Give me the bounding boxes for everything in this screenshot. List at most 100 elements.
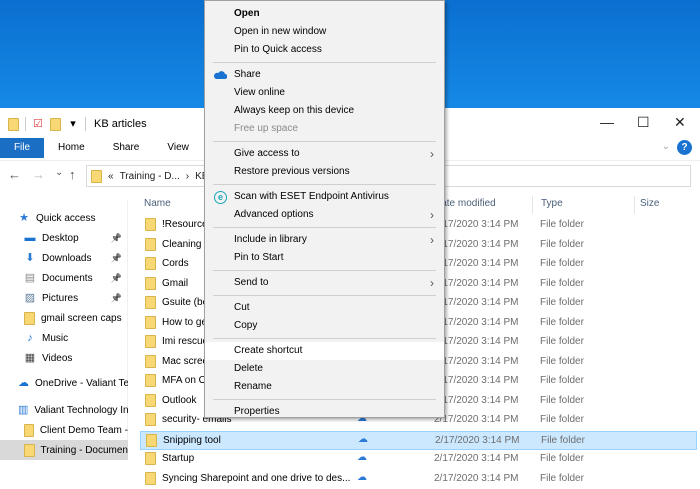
tab-home[interactable]: Home	[44, 138, 99, 158]
menu-open[interactable]: Open	[205, 5, 444, 23]
file-name: How to get	[162, 316, 210, 328]
folder-icon	[24, 423, 34, 437]
menu-cut[interactable]: Cut	[205, 299, 444, 317]
menu-always-keep[interactable]: Always keep on this device	[205, 102, 444, 120]
menu-pin-quick-access[interactable]: Pin to Quick access	[205, 41, 444, 59]
menu-give-access[interactable]: Give access to ›	[205, 145, 444, 163]
file-name: Syncing Sharepoint and one drive to des.…	[162, 472, 351, 484]
sidebar-item[interactable]: ⬇ Downloads 📌	[0, 248, 128, 268]
menu-send-to[interactable]: Send to ›	[205, 274, 444, 292]
menu-separator	[213, 270, 436, 271]
sidebar-item[interactable]: Client Demo Team -	[0, 420, 128, 440]
cloud-status-icon: ☁	[357, 452, 367, 463]
column-divider[interactable]	[634, 196, 635, 214]
chevron-right-icon: ›	[430, 208, 434, 222]
menu-separator	[213, 184, 436, 185]
sidebar-item-label: Downloads	[42, 252, 92, 264]
folder-icon	[145, 296, 156, 309]
sidebar-item-label: Pictures	[42, 292, 79, 304]
file-type: File folder	[540, 297, 584, 308]
column-size[interactable]: Size	[640, 198, 659, 209]
folder-icon	[145, 374, 156, 387]
file-type: File folder	[540, 453, 584, 464]
menu-restore-versions[interactable]: Restore previous versions	[205, 163, 444, 181]
menu-open-new-window[interactable]: Open in new window	[205, 23, 444, 41]
folder-icon	[145, 218, 156, 231]
sidebar-item[interactable]: ▬ Desktop 📌	[0, 228, 128, 248]
sidebar-item[interactable]: Training - Documen	[0, 440, 128, 460]
sidebar-item[interactable]: ▦ Videos	[0, 348, 128, 368]
expand-ribbon-icon[interactable]: ⌄	[662, 141, 670, 152]
help-icon[interactable]: ?	[677, 140, 692, 155]
file-type: File folder	[540, 277, 584, 289]
new-folder-icon[interactable]	[50, 117, 61, 131]
file-type: File folder	[540, 414, 584, 425]
sidebar-item[interactable]: ▥ Valiant Technology In	[0, 400, 128, 420]
file-type: File folder	[540, 355, 584, 367]
sidebar-item[interactable]: ♪ Music	[0, 328, 128, 348]
tab-share[interactable]: Share	[99, 138, 154, 158]
chevron-right-icon: ›	[430, 233, 434, 247]
file-date: 2/17/2020 3:14 PM	[434, 277, 519, 289]
sidebar-item-label: Documents	[42, 272, 93, 284]
menu-eset-scan[interactable]: e Scan with ESET Endpoint Antivirus	[205, 188, 444, 206]
desktop-icon: ▬	[24, 232, 36, 244]
pin-icon[interactable]: 📌	[111, 273, 122, 284]
menu-view-online[interactable]: View online	[205, 84, 444, 102]
folder-icon	[8, 117, 19, 131]
file-date: 2/17/2020 3:14 PM	[434, 297, 519, 308]
menu-separator	[213, 338, 436, 339]
file-name: Cords	[162, 258, 189, 269]
menu-copy[interactable]: Copy	[205, 317, 444, 335]
pin-icon[interactable]: 📌	[111, 233, 122, 244]
sidebar-item[interactable]: ☁ OneDrive - Valiant Tec	[0, 373, 128, 393]
folder-icon	[91, 169, 102, 183]
file-row[interactable]: Snipping tool ☁ 2/17/2020 3:14 PM File fold…	[140, 430, 697, 450]
tab-view[interactable]: View	[153, 138, 203, 158]
chevron-right-icon: ›	[430, 276, 434, 290]
menu-create-shortcut[interactable]: Create shortcut	[205, 342, 444, 360]
folder-icon	[145, 354, 156, 368]
minimize-button[interactable]: —	[600, 114, 614, 130]
pin-icon[interactable]: 📌	[111, 293, 122, 304]
menu-label: Send to	[234, 277, 269, 288]
sidebar-item-label: Videos	[42, 352, 73, 364]
breadcrumb-overflow[interactable]: «	[108, 171, 114, 182]
sidebar-item[interactable]: ▨ Pictures 📌	[0, 288, 128, 308]
folder-icon	[145, 276, 156, 290]
menu-pin-start[interactable]: Pin to Start	[205, 249, 444, 267]
folder-icon	[145, 471, 156, 485]
file-date: 2/17/2020 3:14 PM	[434, 336, 519, 347]
column-divider[interactable]	[532, 196, 533, 214]
menu-include-library[interactable]: Include in library ›	[205, 231, 444, 249]
cloud-status-icon: ☁	[358, 433, 368, 445]
sidebar-item-label: Music	[42, 332, 69, 344]
sidebar-item[interactable]: ★ Quick access	[0, 208, 128, 228]
sidebar-item[interactable]: gmail screen caps	[0, 308, 128, 328]
column-name[interactable]: Name	[144, 198, 171, 209]
menu-free-up-space: Free up space	[234, 123, 298, 134]
menu-advanced-options[interactable]: Advanced options ›	[205, 206, 444, 224]
forward-button[interactable]: →	[32, 167, 45, 182]
onedrive-cloud-icon	[214, 71, 227, 79]
up-button[interactable]: ↑	[69, 167, 76, 182]
maximize-button[interactable]: ☐	[637, 114, 650, 131]
tab-file[interactable]: File	[0, 138, 44, 158]
pictures-icon: ▨	[24, 292, 36, 304]
recent-locations-button[interactable]: ⌄	[55, 167, 63, 178]
customize-toolbar-icon[interactable]: ▾	[67, 118, 79, 130]
breadcrumb-training[interactable]: Training - D...	[120, 171, 180, 182]
folder-icon	[145, 335, 156, 348]
menu-properties[interactable]: Properties	[205, 403, 444, 421]
menu-separator	[213, 295, 436, 296]
properties-icon[interactable]: ☑	[32, 118, 44, 130]
pin-icon[interactable]: 📌	[111, 253, 122, 264]
menu-delete[interactable]: Delete	[205, 360, 444, 378]
file-row[interactable]: Syncing Sharepoint and one drive to des.…	[140, 470, 697, 489]
menu-rename[interactable]: Rename	[205, 378, 444, 396]
menu-share[interactable]: Share	[205, 66, 444, 84]
close-button[interactable]: ✕	[674, 114, 686, 131]
back-button[interactable]: ←	[8, 167, 21, 182]
column-type[interactable]: Type	[541, 198, 563, 209]
sidebar-item[interactable]: ▤ Documents 📌	[0, 268, 128, 288]
